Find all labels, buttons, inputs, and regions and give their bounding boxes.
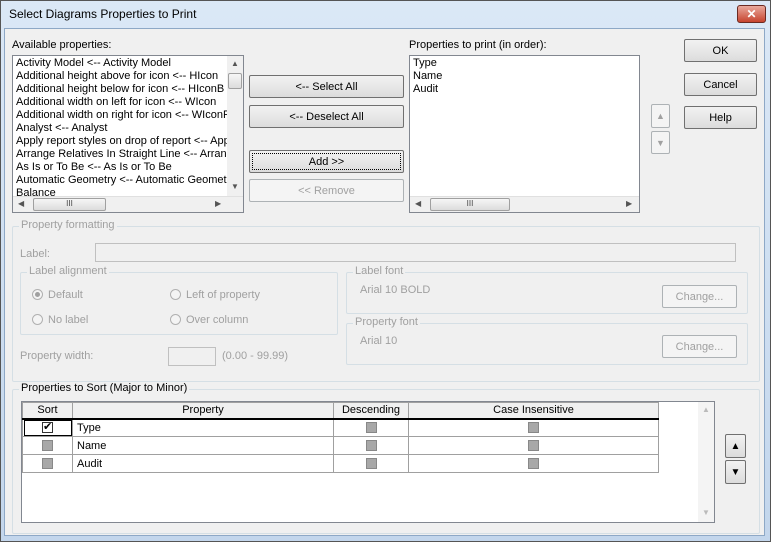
add-button[interactable]: Add >>	[249, 150, 404, 173]
scroll-left-icon[interactable]: ◀	[18, 199, 24, 208]
list-item[interactable]: Additional height above for icon <-- HIc…	[13, 70, 243, 83]
list-item[interactable]: Apply report styles on drop of report <-…	[13, 135, 243, 148]
sort-grid[interactable]: Sort Property Descending Case Insensitiv…	[21, 401, 715, 523]
descending-checkbox[interactable]	[365, 422, 377, 434]
column-header-case-insensitive[interactable]: Case Insensitive	[408, 402, 659, 420]
arrow-down-icon: ▼	[730, 466, 741, 478]
property-width-range: (0.00 - 99.99)	[222, 350, 289, 362]
radio-over-column[interactable]	[170, 314, 181, 325]
list-item[interactable]: Additional width on right for icon <-- W…	[13, 109, 243, 122]
property-font-value: Arial 10	[360, 335, 398, 347]
scroll-down-icon[interactable]: ▼	[702, 508, 710, 517]
group-title: Label font	[353, 265, 406, 277]
scroll-up-icon[interactable]: ▲	[231, 59, 239, 68]
case-insensitive-checkbox[interactable]	[528, 440, 539, 452]
scroll-left-icon[interactable]: ◀	[415, 199, 421, 208]
ok-button[interactable]: OK	[684, 39, 757, 62]
descending-checkbox[interactable]	[365, 440, 377, 452]
radio-left-of-property[interactable]	[170, 289, 181, 300]
scroll-right-icon[interactable]: ▶	[215, 199, 221, 208]
descending-checkbox[interactable]	[365, 458, 377, 470]
available-properties-list[interactable]: Activity Model <-- Activity Model Additio…	[12, 55, 244, 213]
table-row[interactable]: Name	[22, 436, 659, 455]
select-all-button[interactable]: <-- Select All	[249, 75, 404, 98]
close-icon: ✕	[746, 7, 757, 21]
radio-no-label[interactable]	[32, 314, 43, 325]
list-item[interactable]: Analyst <-- Analyst	[13, 122, 243, 135]
column-header-property[interactable]: Property	[72, 402, 334, 420]
sort-checkbox[interactable]	[42, 440, 53, 452]
list-item[interactable]: Additional height below for icon <-- HIc…	[13, 83, 243, 96]
radio-over-column-label: Over column	[186, 314, 249, 326]
scroll-thumb[interactable]: III	[430, 198, 510, 211]
arrow-up-icon: ▲	[656, 111, 665, 121]
group-title: Property formatting	[19, 219, 117, 231]
label-input[interactable]	[95, 243, 736, 262]
scroll-thumb[interactable]: III	[33, 198, 106, 211]
case-insensitive-checkbox[interactable]	[528, 458, 539, 470]
sort-checkbox[interactable]	[42, 458, 53, 470]
grid-vertical-scrollbar[interactable]: ▲ ▼	[698, 402, 714, 522]
radio-left-label: Left of property	[186, 289, 260, 301]
move-up-print-button[interactable]: ▲	[651, 104, 670, 128]
group-title: Label alignment	[27, 265, 109, 277]
properties-to-print-label: Properties to print (in order):	[409, 39, 547, 51]
case-insensitive-checkbox[interactable]	[528, 422, 539, 434]
property-width-input[interactable]	[168, 347, 216, 366]
help-button[interactable]: Help	[684, 106, 757, 129]
radio-default[interactable]	[32, 289, 43, 300]
property-cell: Name	[72, 436, 334, 455]
scroll-thumb[interactable]	[228, 73, 242, 89]
column-header-sort[interactable]: Sort	[22, 402, 73, 420]
sort-checkbox[interactable]	[42, 420, 53, 434]
property-cell: Audit	[72, 454, 334, 473]
list-item[interactable]: As Is or To Be <-- As Is or To Be	[13, 161, 243, 174]
property-cell: Type	[72, 418, 334, 437]
window-title: Select Diagrams Properties to Print	[9, 7, 197, 21]
deselect-all-button[interactable]: <-- Deselect All	[249, 105, 404, 128]
radio-no-label-label: No label	[48, 314, 89, 326]
list-item[interactable]: Activity Model <-- Activity Model	[13, 57, 243, 70]
list-item[interactable]: Additional width on left for icon <-- WI…	[13, 96, 243, 109]
radio-default-label: Default	[48, 289, 83, 301]
arrow-down-icon: ▼	[656, 137, 665, 148]
list-item[interactable]: Audit	[410, 83, 639, 96]
properties-to-print-list[interactable]: Type Name Audit ◀ III ▶	[409, 55, 640, 213]
available-properties-label: Available properties:	[12, 39, 112, 51]
cancel-button[interactable]: Cancel	[684, 73, 757, 96]
property-font-change-button[interactable]: Change...	[662, 335, 737, 358]
property-width-label: Property width:	[20, 350, 94, 362]
scroll-right-icon[interactable]: ▶	[626, 199, 632, 208]
list-item[interactable]: Name	[410, 70, 639, 83]
label-font-value: Arial 10 BOLD	[360, 284, 431, 296]
group-title: Properties to Sort (Major to Minor)	[19, 382, 190, 394]
table-row[interactable]: Type	[22, 418, 659, 437]
scroll-down-icon[interactable]: ▼	[231, 182, 239, 191]
remove-button[interactable]: << Remove	[249, 179, 404, 202]
vertical-scrollbar[interactable]: ▲ ▼	[227, 56, 243, 196]
column-header-descending[interactable]: Descending	[333, 402, 409, 420]
horizontal-scrollbar[interactable]: ◀ III ▶	[410, 196, 639, 212]
list-item[interactable]: Automatic Geometry <-- Automatic Geometr…	[13, 174, 243, 187]
label-font-change-button[interactable]: Change...	[662, 285, 737, 308]
close-button[interactable]: ✕	[737, 5, 766, 23]
move-down-print-button[interactable]: ▼	[651, 131, 670, 154]
list-item[interactable]: Type	[410, 57, 639, 70]
label-field-label: Label:	[20, 248, 50, 260]
sort-move-up-button[interactable]: ▲	[725, 434, 746, 458]
arrow-up-icon: ▲	[730, 440, 741, 452]
list-item[interactable]: Arrange Relatives In Straight Line <-- A…	[13, 148, 243, 161]
group-title: Property font	[353, 316, 420, 328]
horizontal-scrollbar[interactable]: ◀ III ▶	[13, 196, 243, 212]
scroll-up-icon[interactable]: ▲	[702, 405, 710, 414]
table-row[interactable]: Audit	[22, 454, 659, 473]
sort-move-down-button[interactable]: ▼	[725, 460, 746, 484]
